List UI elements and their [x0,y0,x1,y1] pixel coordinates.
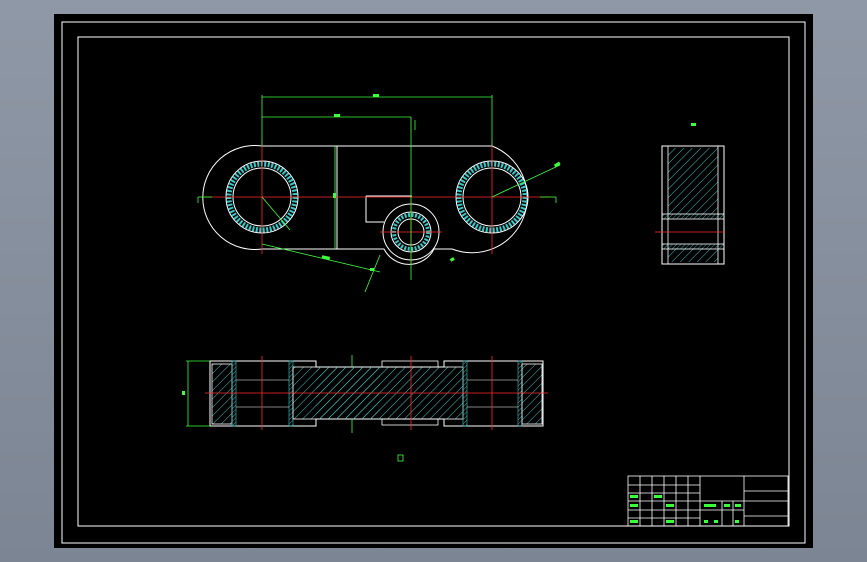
cad-drawing-canvas [54,14,813,548]
dim-tag-partial [334,114,340,117]
side-hatch-bottom [668,248,718,262]
dim-tag-mid [370,268,374,271]
drawing-sheet [54,14,813,548]
section-left-wall [211,363,233,425]
section-right-wall [521,363,543,425]
dim-tag-vert [333,193,336,198]
side-hatch-top [668,148,718,214]
side-view-label [691,123,696,126]
dim-tag-overall [373,94,379,97]
